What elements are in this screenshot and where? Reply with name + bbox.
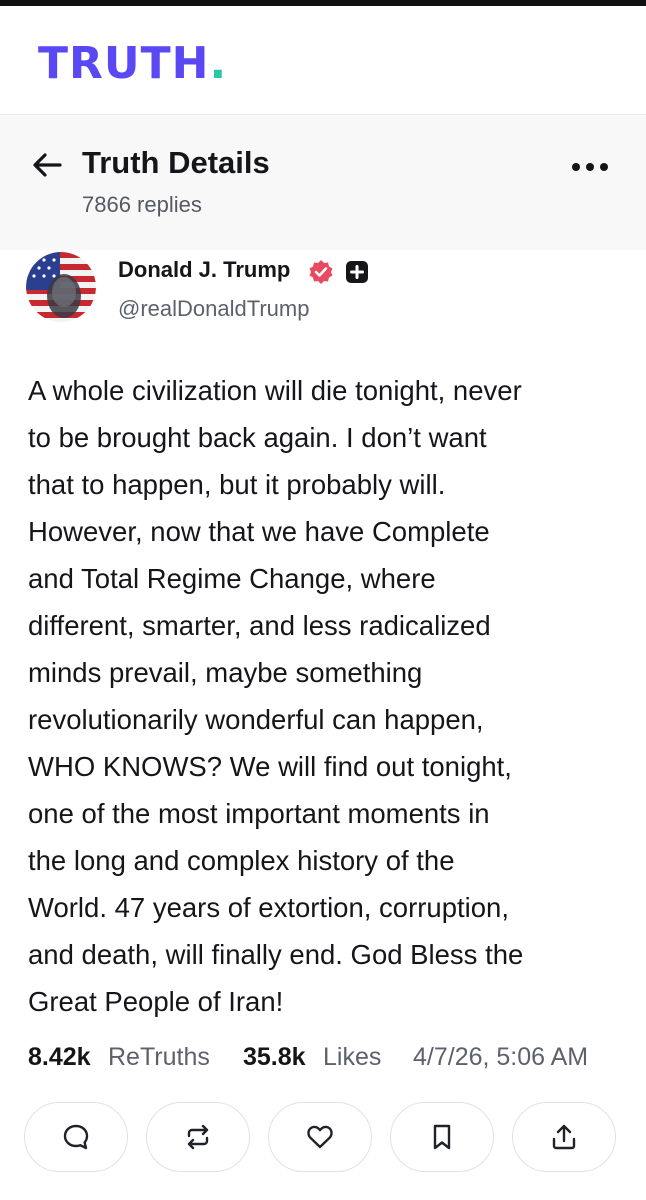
share-icon	[552, 1124, 576, 1150]
arrow-left-icon	[33, 153, 62, 177]
post-line: minds prevail, maybe something	[28, 657, 423, 688]
heart-icon	[307, 1125, 333, 1149]
post-stats: 8.42k ReTruths 35.8k Likes 4/7/26, 5:06 …	[28, 1040, 628, 1074]
author-handle[interactable]: @realDonaldTrump	[118, 296, 309, 322]
post-line: one of the most important moments in	[28, 798, 490, 829]
brand-header: TRUTH.	[0, 6, 646, 115]
reply-count: 7866 replies	[82, 192, 202, 217]
post-line: and death, will finally end. God Bless t…	[28, 939, 524, 970]
retruths-count[interactable]: 8.42k	[28, 1043, 91, 1072]
likes-count[interactable]: 35.8k	[243, 1043, 306, 1072]
logo-dot: .	[209, 38, 228, 89]
plus-badge-icon	[346, 261, 368, 283]
post-line: and Total Regime Change, where	[28, 563, 436, 594]
truth-logo[interactable]: TRUTH.	[38, 42, 227, 86]
avatar-image	[26, 252, 96, 322]
logo-text: TRUTH	[38, 38, 210, 89]
reply-button[interactable]	[24, 1102, 128, 1172]
avatar[interactable]	[26, 252, 96, 322]
action-bar	[24, 1102, 624, 1174]
more-options-button[interactable]	[568, 150, 612, 184]
detail-header	[0, 115, 646, 250]
bookmark-icon	[433, 1124, 451, 1150]
share-button[interactable]	[512, 1102, 616, 1172]
like-button[interactable]	[268, 1102, 372, 1172]
post-line: World. 47 years of extortion, corruption…	[28, 892, 509, 923]
post-line: revolutionarily wonderful can happen,	[28, 704, 484, 735]
author-name[interactable]: Donald J. Trump	[118, 257, 290, 283]
retruth-icon	[187, 1124, 209, 1150]
post-line: to be brought back again. I don’t want	[28, 422, 487, 453]
post-line: different, smarter, and less radicalized	[28, 610, 491, 641]
post-line: However, now that we have Complete	[28, 516, 490, 547]
retruths-label[interactable]: ReTruths	[108, 1043, 210, 1072]
likes-label[interactable]: Likes	[323, 1043, 381, 1072]
timestamp: 4/7/26, 5:06 AM	[413, 1043, 589, 1071]
post-line: Great People of Iran!	[28, 986, 284, 1017]
post-body: A whole civilization will die tonight, n…	[28, 367, 628, 1025]
verified-badge-icon	[309, 260, 333, 284]
post-line: WHO KNOWS? We will find out tonight,	[28, 751, 512, 782]
back-button[interactable]	[30, 148, 64, 182]
retruth-button[interactable]	[146, 1102, 250, 1172]
post-line: the long and complex history of the	[28, 845, 455, 876]
bookmark-button[interactable]	[390, 1102, 494, 1172]
post-line: that to happen, but it probably will.	[28, 469, 446, 500]
page-title: Truth Details	[82, 145, 270, 180]
post-line: A whole civilization will die tonight, n…	[28, 375, 522, 406]
reply-icon	[63, 1124, 89, 1150]
ellipsis-horizontal-icon	[572, 163, 608, 171]
